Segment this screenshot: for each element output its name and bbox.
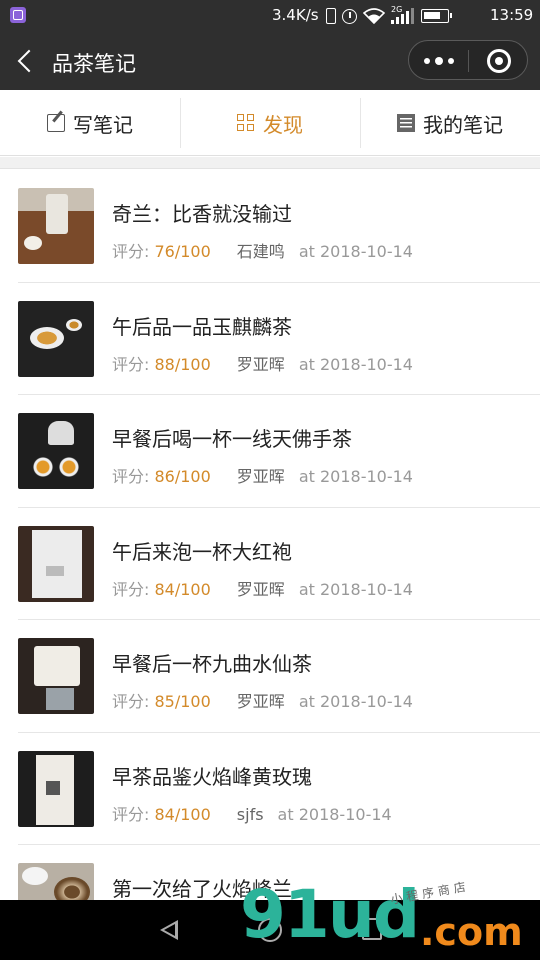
- note-title: 奇兰：比香就没输过: [112, 202, 292, 226]
- note-meta: 评分: 84/100 罗亚晖 at 2018-10-14: [112, 576, 413, 600]
- note-thumbnail: [18, 300, 94, 377]
- tab-bar: 写笔记 发现 我的笔记: [0, 90, 540, 156]
- signal-icon: 2G: [391, 5, 415, 24]
- tab-label: 发现: [263, 112, 303, 137]
- notes-list: 奇兰：比香就没输过 评分: 76/100 石建鸣 at 2018-10-14 午后品…: [0, 170, 540, 958]
- note-score: 84/100: [154, 804, 211, 824]
- miniprogram-capsule: [408, 40, 528, 80]
- list-item[interactable]: 早茶品鉴火焰峰黄玫瑰 评分: 84/100 sjfs at 2018-10-14: [18, 733, 540, 845]
- more-icon[interactable]: [409, 41, 468, 81]
- battery-icon: [421, 9, 452, 23]
- note-meta: 评分: 86/100 罗亚晖 at 2018-10-14: [112, 463, 413, 487]
- note-score: 76/100: [154, 242, 211, 261]
- note-meta: 评分: 85/100 罗亚晖 at 2018-10-14: [112, 688, 413, 712]
- pencil-icon: [47, 114, 65, 132]
- note-thumbnail: [18, 525, 94, 602]
- note-date: at 2018-10-14: [277, 804, 392, 824]
- note-score: 88/100: [154, 354, 211, 374]
- title-bar: 品茶笔记: [0, 32, 540, 90]
- note-meta: 评分: 76/100 石建鸣 at 2018-10-14: [112, 238, 413, 262]
- page-title: 品茶笔记: [52, 52, 136, 76]
- score-label: 评分:: [112, 692, 150, 711]
- note-author: 罗亚晖: [236, 692, 285, 711]
- note-author: 罗亚晖: [236, 579, 285, 599]
- clock: 13:59: [490, 6, 534, 24]
- note-date: at 2018-10-14: [298, 579, 413, 599]
- section-divider: [0, 157, 540, 169]
- note-thumbnail: [18, 188, 94, 264]
- list-item[interactable]: 奇兰：比香就没输过 评分: 76/100 石建鸣 at 2018-10-14: [18, 170, 540, 283]
- note-author: 石建鸣: [236, 242, 285, 261]
- note-date: at 2018-10-14: [298, 242, 413, 261]
- status-icons: 2G: [326, 5, 452, 26]
- tab-discover[interactable]: 发现: [180, 90, 360, 156]
- note-thumbnail: [18, 750, 94, 827]
- score-label: 评分:: [112, 467, 150, 486]
- note-title: 早茶品鉴火焰峰黄玫瑰: [112, 764, 312, 789]
- signal-tag: 2G: [391, 5, 403, 14]
- vibrate-icon: [326, 8, 336, 24]
- note-date: at 2018-10-14: [298, 692, 413, 711]
- score-label: 评分:: [112, 354, 150, 374]
- tab-label: 我的笔记: [423, 112, 503, 137]
- list-item[interactable]: 午后来泡一杯大红袍 评分: 84/100 罗亚晖 at 2018-10-14: [18, 508, 540, 620]
- score-label: 评分:: [112, 804, 150, 824]
- note-author: 罗亚晖: [236, 467, 285, 486]
- list-item[interactable]: 午后品一品玉麒麟茶 评分: 88/100 罗亚晖 at 2018-10-14: [18, 283, 540, 395]
- note-thumbnail: [18, 413, 94, 489]
- grid-icon: [237, 114, 255, 132]
- back-icon[interactable]: [12, 46, 42, 76]
- note-meta: 评分: 88/100 罗亚晖 at 2018-10-14: [112, 351, 413, 375]
- list-item[interactable]: 早餐后喝一杯一线天佛手茶 评分: 86/100 罗亚晖 at 2018-10-14: [18, 395, 540, 508]
- note-title: 午后来泡一杯大红袍: [112, 539, 292, 564]
- note-author: 罗亚晖: [236, 354, 285, 374]
- note-title: 早餐后一杯九曲水仙茶: [112, 652, 312, 676]
- status-bar: 3.4K/s 2G 13:59: [0, 0, 540, 32]
- net-speed: 3.4K/s: [272, 6, 319, 24]
- wifi-icon: [362, 8, 386, 25]
- note-score: 86/100: [154, 467, 211, 486]
- note-score: 85/100: [154, 692, 211, 711]
- score-label: 评分:: [112, 579, 150, 599]
- note-author: sjfs: [236, 804, 264, 824]
- note-meta: 评分: 84/100 sjfs at 2018-10-14: [112, 801, 392, 825]
- list-icon: [397, 114, 415, 132]
- tab-label: 写笔记: [73, 112, 133, 137]
- nav-back-icon[interactable]: [158, 918, 182, 942]
- tab-my-notes[interactable]: 我的笔记: [360, 90, 540, 156]
- note-title: 午后品一品玉麒麟茶: [112, 314, 292, 339]
- score-label: 评分:: [112, 242, 150, 261]
- list-item[interactable]: 早餐后一杯九曲水仙茶 评分: 85/100 罗亚晖 at 2018-10-14: [18, 620, 540, 733]
- note-thumbnail: [18, 638, 94, 714]
- note-date: at 2018-10-14: [298, 354, 413, 374]
- note-score: 84/100: [154, 579, 211, 599]
- note-date: at 2018-10-14: [298, 467, 413, 486]
- alarm-icon: [342, 8, 357, 24]
- note-title: 早餐后喝一杯一线天佛手茶: [112, 427, 352, 451]
- watermark: 91ud .com 小程序商店: [240, 879, 540, 960]
- close-miniprogram-icon[interactable]: [469, 41, 528, 81]
- gallery-notification-icon: [10, 7, 26, 23]
- tab-write-note[interactable]: 写笔记: [0, 90, 180, 156]
- watermark-domain: .com: [420, 910, 523, 954]
